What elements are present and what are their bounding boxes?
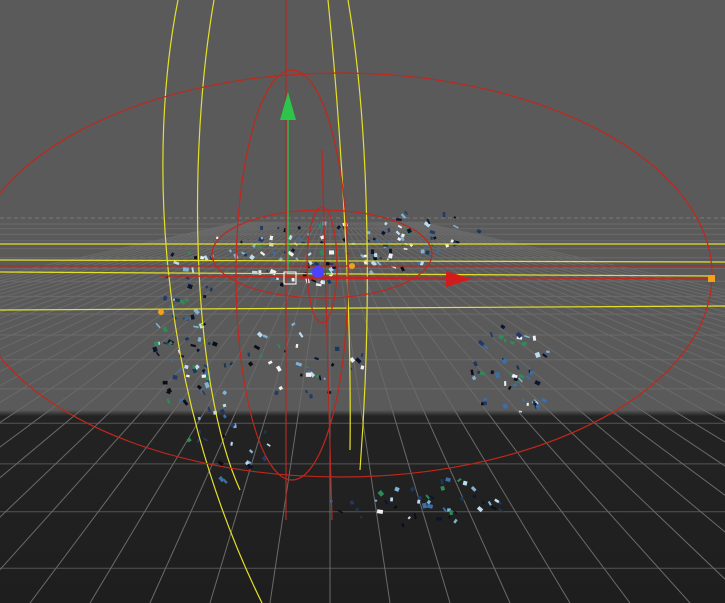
particle: [442, 212, 446, 218]
particle: [207, 342, 211, 345]
particle: [389, 248, 392, 254]
particle: [521, 341, 527, 346]
particle: [370, 249, 375, 255]
particle: [532, 335, 537, 341]
particle: [476, 370, 481, 374]
viewport-background: [0, 0, 725, 603]
particle: [529, 370, 533, 376]
particle: [430, 236, 433, 241]
particle: [334, 346, 340, 352]
particle: [162, 380, 168, 385]
particle: [247, 352, 251, 357]
particle: [291, 277, 295, 282]
particle: [425, 250, 430, 255]
particle: [240, 240, 243, 244]
particle: [490, 370, 495, 375]
particle: [436, 517, 443, 521]
particle: [449, 510, 453, 516]
particle: [448, 516, 451, 519]
particle: [309, 394, 313, 399]
particle: [338, 232, 341, 237]
particle: [197, 416, 201, 420]
particle: [373, 253, 378, 258]
particle: [305, 372, 311, 377]
particle: [307, 370, 311, 373]
particle: [418, 496, 422, 500]
scale-handle-center[interactable]: [349, 263, 355, 269]
particle: [259, 225, 264, 231]
viewport-canvas[interactable]: [0, 0, 725, 603]
particle: [390, 497, 394, 502]
particle: [266, 270, 269, 273]
particle: [504, 381, 507, 386]
particle: [178, 398, 184, 402]
particle: [182, 267, 189, 272]
particle: [194, 256, 198, 260]
particle: [260, 236, 263, 240]
particle: [436, 248, 440, 254]
scale-handle-left[interactable]: [158, 309, 164, 315]
particle: [153, 341, 159, 347]
particle: [376, 509, 384, 514]
particle: [387, 240, 391, 244]
particle: [201, 374, 207, 378]
3d-viewport[interactable]: [0, 0, 725, 603]
particle: [401, 233, 405, 238]
particle: [545, 350, 550, 353]
gizmo-center-handle[interactable]: [312, 266, 324, 278]
particle: [526, 402, 529, 406]
particle: [202, 294, 207, 299]
particle: [396, 218, 402, 221]
particle: [298, 237, 301, 241]
particle: [420, 249, 425, 254]
particle: [300, 373, 303, 377]
particle: [276, 277, 279, 281]
particle: [481, 402, 484, 406]
scale-handle-right[interactable]: [708, 275, 715, 282]
particle: [329, 250, 334, 255]
